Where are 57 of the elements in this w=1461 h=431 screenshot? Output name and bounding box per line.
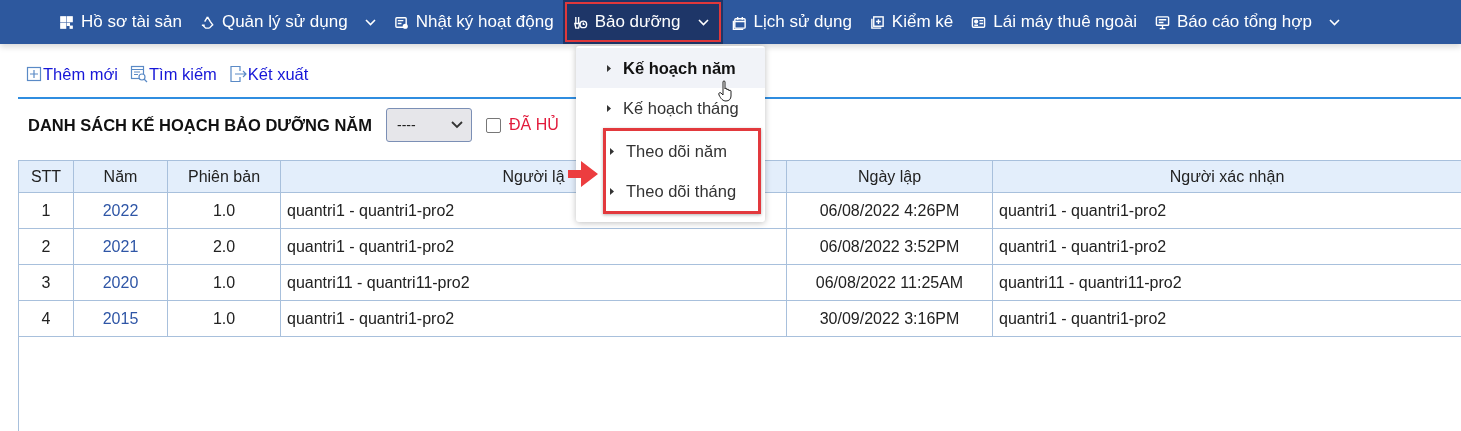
grid-icon: [59, 14, 74, 30]
nav-item[interactable]: Quản lý sử dụng: [190, 0, 385, 44]
menu-item[interactable]: Kế hoạch tháng: [576, 88, 765, 128]
year-link[interactable]: 2022: [73, 192, 168, 229]
nav-item[interactable]: Báo cáo tổng hợp: [1145, 0, 1349, 44]
toolbar-link[interactable]: Kết xuất: [228, 62, 309, 86]
table-cell: 2: [18, 228, 74, 265]
calendar-icon: [731, 14, 747, 30]
year-select[interactable]: ----: [386, 108, 472, 142]
plus-box-icon: [26, 66, 42, 82]
table-cell: 3: [18, 264, 74, 301]
bullet-icon: [607, 64, 611, 72]
year-link[interactable]: 2020: [73, 264, 168, 301]
search-icon: [130, 65, 148, 83]
table-cell: 1.0: [167, 264, 281, 301]
table-cell: 30/09/2022 3:16PM: [786, 300, 993, 337]
list-title: DANH SÁCH KẾ HOẠCH BẢO DƯỠNG NĂM: [28, 115, 372, 135]
table-cell: 06/08/2022 4:26PM: [786, 192, 993, 229]
table-cell: 1.0: [167, 300, 281, 337]
column-header: STT: [18, 160, 74, 193]
toolbar-link[interactable]: Thêm mới: [26, 62, 118, 86]
checkbox-label: ĐÃ HỦ: [509, 116, 559, 134]
column-header: Phiên bản: [167, 160, 281, 193]
table-cell: 1.0: [167, 192, 281, 229]
export-icon: [228, 65, 247, 83]
table-cell: quantri1 - quantri1-pro2: [280, 300, 787, 337]
year-link[interactable]: 2015: [73, 300, 168, 337]
id-card-icon: [971, 14, 987, 30]
table-cell: 4: [18, 300, 74, 337]
chevron-down-icon: [451, 121, 463, 129]
nav-item[interactable]: Lái máy thuê ngoài: [962, 0, 1146, 44]
pointer-arrow: [568, 160, 598, 188]
bullet-icon: [607, 104, 611, 112]
nav-item[interactable]: Kiểm kê: [860, 0, 963, 44]
log-icon: [393, 14, 409, 30]
nav-item[interactable]: Nhật ký hoạt động: [384, 0, 563, 44]
year-link[interactable]: 2021: [73, 228, 168, 265]
table-cell: quantri11 - quantri11-pro2: [280, 264, 787, 301]
plus-box-icon: [869, 14, 885, 30]
column-header: Ngày lập: [786, 160, 993, 193]
nav-item[interactable]: Lịch sử dụng: [722, 0, 861, 44]
table-cell: 1: [18, 192, 74, 229]
toolbar-link[interactable]: Tìm kiếm: [130, 62, 217, 86]
table-cell: 2.0: [167, 228, 281, 265]
menu-item[interactable]: Kế hoạch năm: [576, 48, 765, 88]
checkbox[interactable]: [486, 117, 501, 133]
monitor-icon: [1154, 14, 1170, 30]
table-cell: 06/08/2022 11:25AM: [786, 264, 993, 301]
nav-item[interactable]: Hồ sơ tài sản: [50, 0, 191, 44]
column-header: Năm: [73, 160, 168, 193]
maintenance-icon: [572, 14, 588, 30]
bullet-icon: [610, 187, 614, 195]
column-header: Người xác nhận: [992, 160, 1461, 193]
nav-item[interactable]: Bảo dưỡng: [562, 0, 723, 44]
table-cell: 06/08/2022 3:52PM: [786, 228, 993, 265]
table-cell: quantri1 - quantri1-pro2: [280, 228, 787, 265]
bullet-icon: [610, 147, 614, 155]
